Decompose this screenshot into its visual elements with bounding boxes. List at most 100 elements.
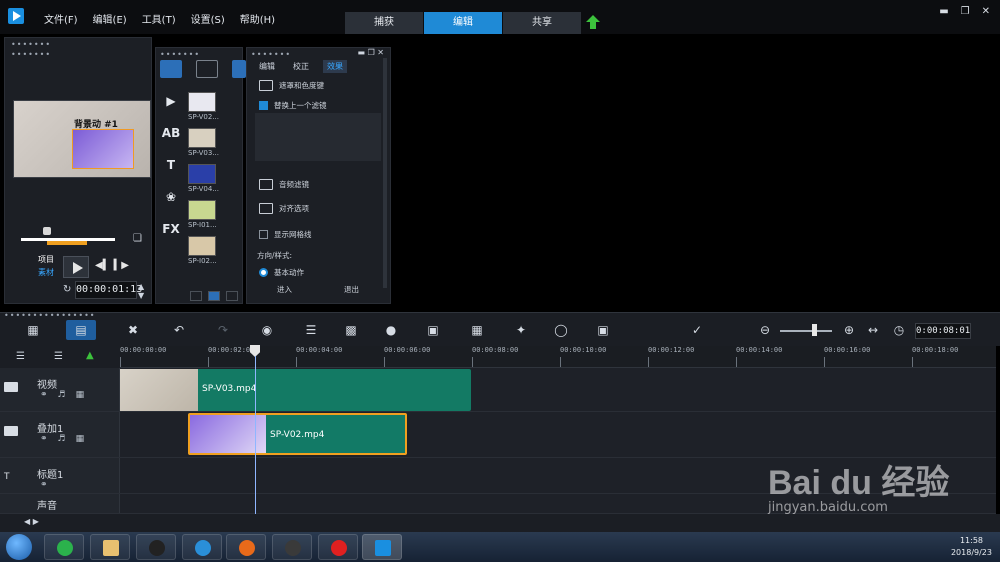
menu-help[interactable]: 帮助(H) [240, 11, 275, 26]
taskbar-app[interactable] [90, 534, 130, 560]
menu-settings[interactable]: 设置(S) [191, 11, 225, 26]
taskbar-app[interactable] [318, 534, 358, 560]
redo-icon[interactable]: ↷ [208, 320, 238, 340]
panel-grip[interactable]: •••••••••••••••• [4, 311, 96, 320]
filter-icon[interactable]: FX [160, 222, 182, 236]
media-icon[interactable]: ▶ [160, 94, 182, 108]
title-icon[interactable]: T [160, 158, 182, 172]
enlarge-icon[interactable]: ❏ [133, 233, 142, 244]
motion-tracking-icon[interactable]: ● [376, 320, 406, 340]
link-icon[interactable]: ⚭ [40, 480, 48, 490]
tab-share[interactable]: 共享 [503, 12, 581, 34]
track-options-icon[interactable]: ☰ [54, 351, 63, 362]
tab-edit[interactable]: 编辑 [424, 12, 502, 34]
link-icon[interactable]: ⚭ [40, 434, 48, 444]
pan-zoom-icon[interactable]: ▣ [588, 320, 618, 340]
trim-selection[interactable] [47, 241, 87, 245]
replace-filter-checkbox[interactable] [259, 101, 268, 110]
step-forward-icon[interactable]: ▍▶ [114, 260, 129, 271]
zoom-slider[interactable] [780, 330, 832, 332]
mode-project[interactable]: 项目 [38, 253, 54, 266]
library-item[interactable]: SP-I02... [188, 236, 228, 265]
add-marker-icon[interactable]: ▲ [86, 350, 94, 361]
sound-mixer-icon[interactable]: ☰ [296, 320, 326, 340]
player-timecode[interactable]: 00:00:01:13 [75, 281, 142, 299]
upload-icon[interactable] [586, 15, 600, 29]
overlay-clip[interactable]: SP-V02.mp4 [188, 413, 407, 455]
library-item[interactable]: SP-V03... [188, 128, 228, 157]
mode-clip[interactable]: 素材 [38, 266, 54, 279]
options-scrollbar[interactable] [383, 58, 387, 288]
taskbar-app[interactable] [226, 534, 266, 560]
step-back-icon[interactable]: ◀▍ [95, 260, 110, 271]
audio-filter-button[interactable]: 音频滤镜 [259, 179, 309, 190]
folder-add-icon[interactable] [196, 60, 218, 78]
track-lane[interactable]: SP-V03.mp4 [120, 368, 996, 411]
library-item[interactable]: SP-V02... [188, 92, 228, 121]
view-icon[interactable] [208, 291, 220, 301]
panel-controls-icon[interactable]: ▬ ❐ ✕ [357, 48, 384, 57]
tab-effects[interactable]: 效果 [323, 60, 347, 73]
tab-edit-options[interactable]: 编辑 [255, 60, 279, 73]
menu-tools[interactable]: 工具(T) [142, 11, 176, 26]
taskbar-app[interactable] [362, 534, 402, 560]
smart-proxy-icon[interactable]: ✓ [682, 320, 712, 340]
preview-window[interactable]: 背景动 #1 [13, 100, 151, 178]
panel-grip[interactable]: ••••••• [251, 50, 291, 59]
panel-grip[interactable]: ••••••• [11, 50, 51, 59]
tools-icon[interactable]: ✖ [118, 320, 148, 340]
mask-chroma-button[interactable]: 遮罩和色度键 [259, 80, 324, 91]
mask-creator-icon[interactable]: ◯ [546, 320, 576, 340]
library-item[interactable]: SP-I01... [188, 200, 228, 229]
system-clock[interactable]: 11:58 2018/9/23 [951, 535, 992, 559]
filter-list[interactable] [255, 113, 381, 161]
scrub-handle[interactable] [43, 227, 51, 235]
ripple-icon[interactable]: ▦ [76, 434, 85, 444]
record-capture-icon[interactable]: ◉ [252, 320, 282, 340]
play-button[interactable] [63, 256, 89, 278]
taskbar-app[interactable] [136, 534, 176, 560]
basic-motion-row[interactable]: 基本动作 [259, 267, 304, 278]
basic-motion-radio[interactable] [259, 268, 268, 277]
time-remapping-icon[interactable]: ✦ [506, 320, 536, 340]
taskbar-app[interactable] [44, 534, 84, 560]
minimize-icon[interactable]: ▬ [939, 6, 948, 17]
undo-icon[interactable]: ↶ [164, 320, 194, 340]
library-tab[interactable] [232, 60, 246, 78]
panel-grip[interactable]: ••••••• [11, 40, 51, 49]
taskbar-app[interactable] [272, 534, 312, 560]
ripple-icon[interactable]: ▦ [76, 390, 85, 400]
preview-overlay-graphic[interactable] [72, 129, 134, 169]
media-tab[interactable] [160, 60, 182, 78]
show-grid-row[interactable]: 显示网格线 [259, 229, 312, 240]
close-icon[interactable]: ✕ [982, 6, 990, 17]
zoom-out-icon[interactable]: ⊖ [750, 320, 780, 340]
video-clip[interactable]: SP-V03.mp4 [120, 369, 471, 411]
align-options-button[interactable]: 对齐选项 [259, 203, 309, 214]
speaker-icon[interactable]: ♬ [58, 434, 66, 444]
auto-music-icon[interactable]: ▩ [336, 320, 366, 340]
speaker-icon[interactable]: ♬ [58, 390, 66, 400]
repeat-icon[interactable]: ↻ [63, 284, 71, 295]
timecode-stepper-icon[interactable]: ▲ ▼ [138, 282, 144, 300]
taskbar-app[interactable] [182, 534, 222, 560]
multi-camera-icon[interactable]: ▦ [462, 320, 492, 340]
track-manager-icon[interactable]: ☰ [16, 351, 25, 362]
subtitle-editor-icon[interactable]: ▣ [418, 320, 448, 340]
start-button[interactable] [6, 534, 32, 560]
zoom-slider-knob[interactable] [812, 324, 817, 336]
panel-grip[interactable]: ••••••• [160, 50, 200, 59]
scroll-arrows-icon[interactable]: ◀ ▶ [24, 517, 39, 526]
show-grid-checkbox[interactable] [259, 230, 268, 239]
replace-filter-row[interactable]: 替换上一个滤镜 [259, 100, 327, 111]
tab-capture[interactable]: 捕获 [345, 12, 423, 34]
playhead-line[interactable] [255, 356, 256, 514]
edit-icon[interactable] [226, 291, 238, 301]
link-icon[interactable]: ⚭ [40, 390, 48, 400]
track-lane[interactable]: SP-V02.mp4 [120, 412, 996, 457]
transition-icon[interactable]: AB [160, 126, 182, 140]
menu-file[interactable]: 文件(F) [44, 11, 78, 26]
timeline-view-icon[interactable]: ▤ [66, 320, 96, 340]
storyboard-view-icon[interactable]: ▦ [18, 320, 48, 340]
menu-edit[interactable]: 编辑(E) [93, 11, 127, 26]
